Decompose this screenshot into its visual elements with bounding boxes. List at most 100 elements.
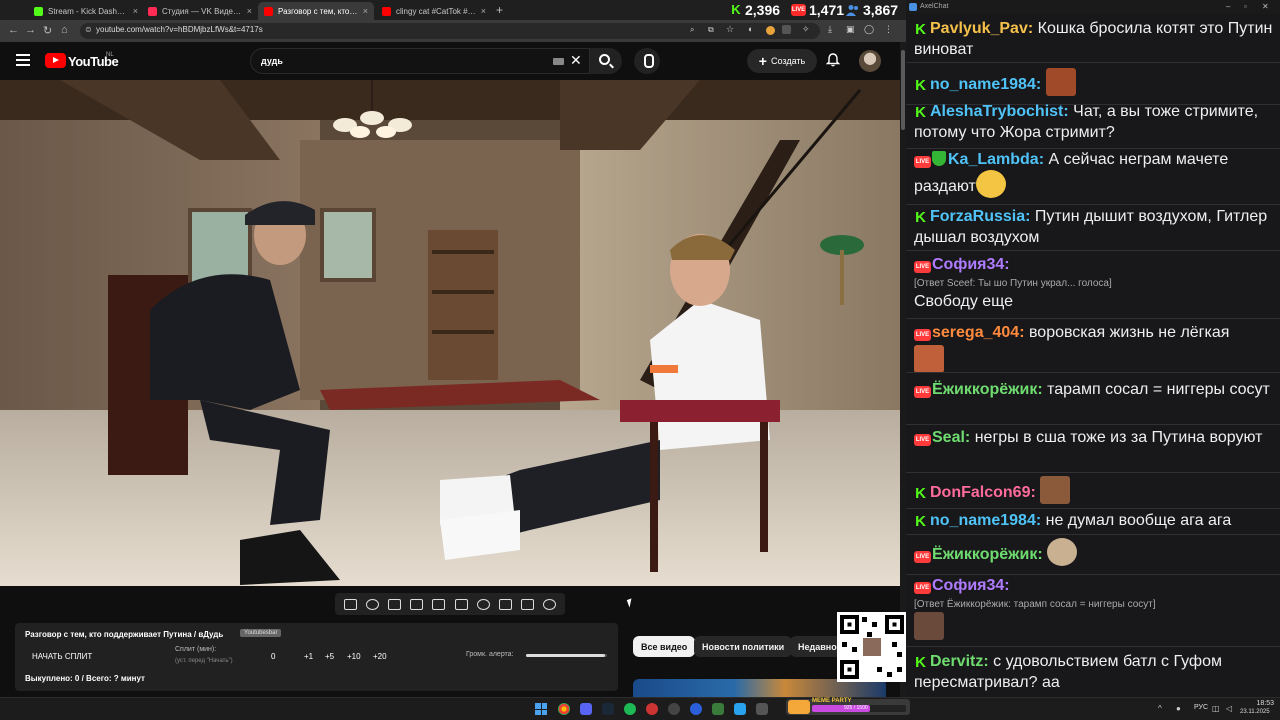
theater-icon[interactable] <box>387 598 401 610</box>
video-player[interactable] <box>0 80 900 586</box>
tab-kick-dashboard[interactable]: Stream - Kick Dashboard × <box>28 2 144 20</box>
telegram-icon[interactable] <box>734 703 746 715</box>
tab-vk-studio[interactable]: Студия — VK Видео Live × <box>142 2 258 20</box>
close-tab-icon[interactable]: × <box>247 6 252 16</box>
app-icon[interactable] <box>712 703 724 715</box>
create-button[interactable]: + Создать <box>747 49 817 73</box>
minimize-icon[interactable]: – <box>1226 2 1230 11</box>
site-info-icon[interactable]: ⊜ <box>85 25 92 34</box>
tab-label: Студия — VK Видео Live <box>162 6 242 16</box>
total-viewer-count: 3,867 <box>863 2 899 18</box>
mic-tray-icon[interactable]: ● <box>1176 704 1181 713</box>
youtube-logo-icon[interactable] <box>45 53 66 68</box>
maximize-icon[interactable]: ▫ <box>1244 2 1247 11</box>
forward-icon[interactable]: → <box>25 24 36 36</box>
close-tab-icon[interactable]: × <box>133 6 138 16</box>
chat-username[interactable]: Ka_Lambda <box>948 151 1039 168</box>
reload-icon[interactable]: ↻ <box>43 24 52 37</box>
chat-username[interactable]: DonFalcon69 <box>930 484 1030 501</box>
bookmark-star-icon[interactable]: ☆ <box>726 24 734 35</box>
start-split-button[interactable]: НАЧАТЬ СПЛИТ <box>32 652 92 661</box>
steam-icon[interactable] <box>602 703 614 715</box>
discord-icon[interactable] <box>580 703 592 715</box>
tray-chevron-icon[interactable]: ^ <box>1158 704 1162 713</box>
sidepanel-icon[interactable]: ▣ <box>846 24 855 35</box>
clip-icon[interactable] <box>410 598 424 610</box>
speed-icon[interactable] <box>476 598 490 610</box>
clock-date[interactable]: 23.11.2025 <box>1240 709 1270 715</box>
address-bar[interactable]: ⊜ youtube.com/watch?v=hBDMjbzLfWs&t=4717… <box>80 23 820 39</box>
qr-code <box>837 612 907 682</box>
new-tab-button[interactable]: + <box>496 3 503 17</box>
app-icon[interactable] <box>690 703 702 715</box>
chat-username[interactable]: София34 <box>932 577 1004 594</box>
chat-username[interactable]: AleshaTrybochist <box>930 103 1063 120</box>
add-20-button[interactable]: +20 <box>373 652 387 661</box>
chat-username[interactable]: Ёжиккорёжик <box>932 381 1037 398</box>
chat-username[interactable]: Seal <box>932 429 965 446</box>
chat-message: K ForzaRussia: Путин дышит воздухом, Гитл… <box>914 208 1268 246</box>
clock-time[interactable]: 18:53 <box>1246 700 1274 707</box>
add-10-button[interactable]: +10 <box>347 652 361 661</box>
add-1-button[interactable]: +1 <box>304 652 313 661</box>
chat-username[interactable]: no_name1984 <box>930 76 1036 93</box>
chat-username[interactable]: serega_404 <box>932 324 1019 341</box>
scrollbar-thumb[interactable] <box>901 50 905 130</box>
notifications-bell-icon[interactable] <box>826 53 840 67</box>
gear-icon[interactable] <box>543 598 557 610</box>
chat-username[interactable]: Ёжиккорёжик <box>932 546 1037 563</box>
menu-dots-icon[interactable]: ⋮ <box>884 24 893 35</box>
windows-start-icon[interactable] <box>535 703 547 715</box>
download-icon[interactable]: ⤓ <box>828 24 832 35</box>
keyboard-icon[interactable] <box>553 58 564 65</box>
chat-username[interactable]: Dervitz <box>930 653 983 670</box>
app-icon[interactable] <box>668 703 680 715</box>
loop-icon[interactable] <box>343 598 357 610</box>
volume-icon[interactable]: ◁ <box>1226 704 1232 713</box>
add-5-button[interactable]: +5 <box>325 652 334 661</box>
chat-username[interactable]: no_name1984 <box>930 512 1036 529</box>
chat-message: LIVE София34: [Ответ Sceef: Ты шо Путин у… <box>914 254 1274 312</box>
chat-username[interactable]: ForzaRussia <box>930 208 1025 225</box>
profile-icon[interactable]: ◯ <box>864 24 874 35</box>
puzzle-icon[interactable]: ✧ <box>802 24 810 35</box>
search-input[interactable]: дудь ✕ <box>250 48 590 74</box>
search-button[interactable] <box>590 48 622 74</box>
clear-search-icon[interactable]: ✕ <box>570 52 582 69</box>
network-icon[interactable]: ◫ <box>1212 704 1220 713</box>
broadcast-icon[interactable] <box>365 598 379 610</box>
filmstrip-icon[interactable] <box>454 598 468 610</box>
chat-username[interactable]: София34 <box>932 256 1004 273</box>
close-tab-icon[interactable]: × <box>481 6 486 16</box>
picture-in-picture-icon[interactable] <box>432 598 446 610</box>
kick-icon: K <box>730 2 742 17</box>
chat-username[interactable]: Pavlyuk_Pav <box>930 20 1028 37</box>
app-icon[interactable] <box>756 703 768 715</box>
close-tab-icon[interactable]: × <box>363 6 368 16</box>
extension-icon[interactable]: ◐ <box>748 24 753 34</box>
chrome-icon[interactable] <box>558 703 570 715</box>
screenshot-icon[interactable] <box>521 598 535 610</box>
chat-reply-quote: [Ответ Sceef: Ты шо Путин украл... голос… <box>914 278 1112 289</box>
back-icon[interactable]: ← <box>8 24 19 36</box>
voice-search-button[interactable] <box>634 48 660 74</box>
spotify-icon[interactable] <box>624 703 636 715</box>
alert-volume-slider[interactable] <box>526 654 607 657</box>
language-indicator[interactable]: РУС <box>1194 704 1208 711</box>
account-avatar[interactable] <box>859 50 881 72</box>
meme-party-value: 925 / 1500 <box>844 705 868 711</box>
tab-youtube-active[interactable]: Разговор с тем, кто подде × <box>258 2 374 20</box>
extension-badge-icon[interactable] <box>782 25 791 34</box>
close-window-icon[interactable]: ✕ <box>1262 2 1269 11</box>
install-icon[interactable]: ⧉ <box>708 25 714 35</box>
zoom-icon[interactable]: ⌕ <box>690 25 694 35</box>
extension-avatar-icon[interactable] <box>766 26 775 35</box>
add-frame-icon[interactable] <box>498 598 512 610</box>
chip-politics-news[interactable]: Новости политики <box>694 636 793 657</box>
home-icon[interactable]: ⌂ <box>61 24 68 36</box>
obs-icon[interactable] <box>646 703 658 715</box>
chip-all-videos[interactable]: Все видео <box>633 636 696 657</box>
hamburger-menu-icon[interactable] <box>16 54 30 66</box>
tab-youtube-cat[interactable]: clingy cat #CatTok #CatFails20 × <box>376 2 492 20</box>
vk-live-platform-icon: LIVE <box>914 434 931 446</box>
